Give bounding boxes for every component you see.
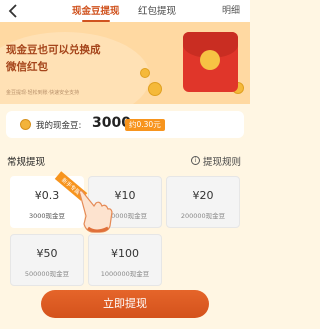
tab-red-packet-withdraw[interactable]: 红包提现: [138, 3, 176, 17]
balance-label: 我的现金豆:: [36, 121, 82, 131]
option-beans: 1000000现金豆: [100, 270, 150, 278]
coin-icon: [20, 119, 31, 130]
coin-icon: [148, 82, 162, 96]
option-beans: 3000现金豆: [28, 212, 66, 220]
option-amount: ¥100: [111, 247, 139, 260]
withdraw-now-button[interactable]: 立即提现: [41, 290, 209, 318]
details-link[interactable]: 明细: [222, 3, 240, 16]
option-amount: ¥50: [36, 247, 58, 260]
banner-headline: 现金豆也可以兑换成: [6, 44, 101, 56]
banner-subtext: 金豆提现·轻松到账·快速安全支持: [6, 90, 80, 96]
option-beans: 500000现金豆: [24, 270, 70, 278]
back-arrow-icon[interactable]: [6, 3, 22, 19]
section-title: 常规提现: [7, 157, 46, 168]
withdraw-option-20[interactable]: ¥20 200000现金豆: [166, 176, 240, 228]
top-tab-bar: 现金豆提现 红包提现 明细: [0, 0, 250, 22]
info-icon[interactable]: i: [191, 156, 200, 165]
promo-banner: 现金豆也可以兑换成 微信红包 金豆提现·轻松到账·快速安全支持: [0, 22, 250, 104]
withdraw-option-100[interactable]: ¥100 1000000现金豆: [88, 234, 162, 286]
banner-headline-2: 微信红包: [6, 61, 48, 73]
balance-yuan-badge: 约0.30元: [125, 119, 165, 131]
pointing-hand-icon: [78, 190, 113, 233]
coin-icon: [140, 68, 150, 78]
withdraw-option-50[interactable]: ¥50 500000现金豆: [10, 234, 84, 286]
withdraw-rules-link[interactable]: 提现规则: [203, 154, 241, 168]
option-amount: ¥20: [192, 189, 214, 202]
option-beans: 200000现金豆: [180, 212, 226, 220]
withdraw-option-0-3[interactable]: ¥0.3 3000现金豆 新手专属: [10, 171, 88, 228]
tab-cash-bean-withdraw[interactable]: 现金豆提现: [72, 3, 120, 22]
balance-card: 我的现金豆: 3000 约0.30元: [6, 111, 244, 138]
red-packet-seal-icon: [200, 50, 220, 70]
